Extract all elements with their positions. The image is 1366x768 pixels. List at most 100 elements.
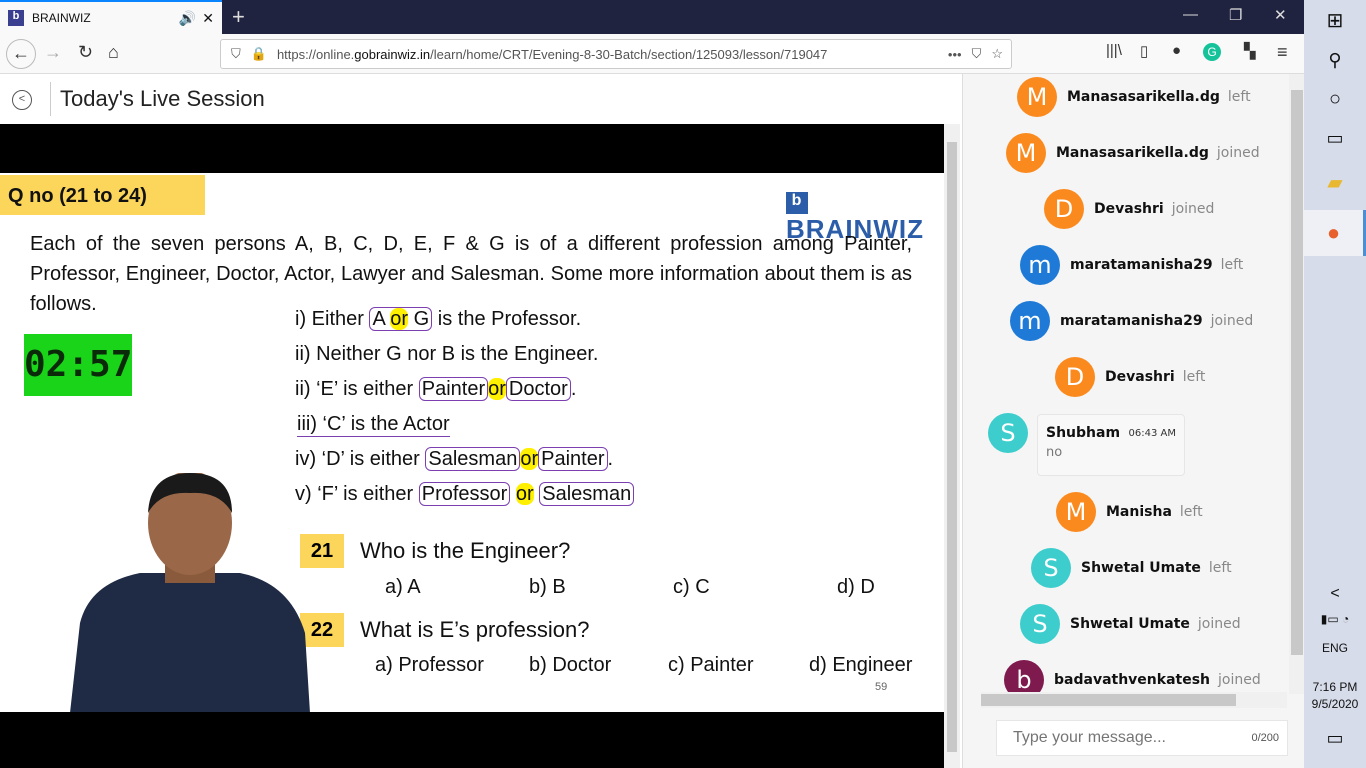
avatar: M <box>1056 492 1096 532</box>
option: b) B <box>529 576 566 598</box>
account-icon[interactable]: ● <box>1172 42 1181 59</box>
chat-event: S Shwetal Umate joined <box>1020 604 1241 644</box>
speaker-icon[interactable]: 🔊 <box>179 10 196 27</box>
notification-icon[interactable]: ▭ <box>1304 728 1366 749</box>
chat-scrollbar[interactable] <box>1289 74 1305 694</box>
file-explorer-icon[interactable]: ▰ <box>1304 170 1366 195</box>
char-counter: 0/200 <box>1251 732 1279 744</box>
reload-button[interactable]: ↻ <box>78 42 93 63</box>
close-window-button[interactable]: ✕ <box>1274 6 1287 24</box>
condition-6: v) ‘F’ is either Professor or Salesman <box>295 482 635 506</box>
option: c) C <box>673 576 710 598</box>
brainwiz-favicon-icon: b <box>8 10 24 26</box>
scrollbar-thumb[interactable] <box>1291 90 1303 655</box>
condition-5: iv) ‘D’ is either Salesman or Painter. <box>295 447 614 471</box>
scrollbar-thumb[interactable] <box>981 694 1236 706</box>
avatar: D <box>1055 357 1095 397</box>
minimize-button[interactable]: — <box>1183 6 1198 23</box>
close-tab-icon[interactable]: ✕ <box>202 10 214 27</box>
question-text: Who is the Engineer? <box>360 538 571 563</box>
url-prefix: https://online. <box>276 46 355 62</box>
bookmark-star-icon[interactable]: ☆ <box>991 46 1003 62</box>
home-button[interactable]: ⌂ <box>108 42 119 63</box>
forward-button[interactable]: → <box>44 42 62 63</box>
page-scrollbar[interactable] <box>944 124 960 768</box>
chat-panel: M Manasasarikella.dg left M Manasasarikella… <box>962 74 1305 768</box>
page-title: Today's Live Session <box>60 86 265 111</box>
search-icon[interactable]: ⚲ <box>1304 50 1366 71</box>
url-domain: gobrainwiz.in <box>354 46 431 62</box>
cortana-icon[interactable]: ○ <box>1304 88 1366 111</box>
back-button[interactable]: ← <box>6 39 36 69</box>
new-tab-button[interactable]: + <box>232 4 245 30</box>
event-status: left <box>1227 89 1251 105</box>
tab-title: BRAINWIZ <box>32 11 91 25</box>
page-actions-icon[interactable]: ••• <box>948 47 962 62</box>
avatar: S <box>1020 604 1060 644</box>
grammarly-icon[interactable]: G <box>1203 43 1221 61</box>
event-status: joined <box>1171 201 1215 217</box>
option: c) Painter <box>668 654 754 676</box>
url-bar[interactable]: ⛉ 🔒 https://online. gobrainwiz.in/learn/h… <box>220 39 1012 69</box>
message-author: Shubham <box>1046 425 1121 441</box>
task-view-icon[interactable]: ▭ <box>1304 128 1366 149</box>
pocket-icon[interactable]: ⛉ <box>972 46 982 62</box>
option: d) D <box>837 576 875 598</box>
clock-date[interactable]: 9/5/2020 <box>1304 697 1366 711</box>
chat-list: M Manasasarikella.dg left M Manasasarikella… <box>963 74 1289 694</box>
logo-mark: b <box>786 192 808 214</box>
clock-time[interactable]: 7:16 PM <box>1304 680 1366 694</box>
user-name: Shwetal Umate <box>1081 560 1201 576</box>
language-indicator[interactable]: ENG <box>1304 641 1366 655</box>
sidebar-icon[interactable]: ▯ <box>1140 42 1148 60</box>
chat-event: D Devashri left <box>1055 357 1205 397</box>
firefox-icon[interactable]: ● <box>1304 210 1366 256</box>
shield-icon: ⛉ <box>231 46 241 61</box>
extensions-icon[interactable]: ▚ <box>1244 42 1256 60</box>
option: a) Professor <box>375 654 484 676</box>
user-name: Manasasarikella.dg <box>1067 89 1220 105</box>
event-status: left <box>1220 257 1244 273</box>
avatar: b <box>1004 660 1044 694</box>
avatar: S <box>1031 548 1071 588</box>
slide: Q no (21 to 24) bBRAINWIZ Each of the se… <box>0 173 944 712</box>
chat-event: D Devashri joined <box>1044 189 1214 229</box>
chat-event: M Manisha left <box>1056 492 1203 532</box>
event-status: left <box>1208 560 1232 576</box>
avatar: M <box>1017 77 1057 117</box>
avatar: D <box>1044 189 1084 229</box>
url-path: /learn/home/CRT/Evening-8-30-Batch/secti… <box>430 46 828 62</box>
chat-event: S Shwetal Umate left <box>1031 548 1232 588</box>
user-name: Manisha <box>1106 504 1172 520</box>
user-name: Shwetal Umate <box>1070 616 1190 632</box>
user-name: badavathvenkatesh <box>1054 672 1211 688</box>
chat-event: M Manasasarikella.dg joined <box>1006 133 1260 173</box>
tab-brainwiz[interactable]: b BRAINWIZ 🔊 ✕ <box>0 0 222 34</box>
presenter-video <box>70 473 310 712</box>
option: a) A <box>385 576 421 598</box>
user-name: Manasasarikella.dg <box>1056 145 1209 161</box>
condition-1: i) Either A or G is the Professor. <box>295 307 582 331</box>
battery-wifi-icon[interactable]: ▮▭ ◔ <box>1304 612 1366 626</box>
menu-icon[interactable]: ≡ <box>1277 42 1288 63</box>
library-icon[interactable]: |||\ <box>1106 42 1122 59</box>
chat-event: b badavathvenkatesh joined <box>1004 660 1261 694</box>
question-text: What is E’s profession? <box>360 617 590 642</box>
page-number: 59 <box>875 681 888 693</box>
show-hidden-icons[interactable]: < <box>1304 585 1366 603</box>
event-status: joined <box>1197 616 1241 632</box>
restore-button[interactable]: ❐ <box>1229 6 1242 24</box>
back-circle-icon[interactable]: < <box>12 90 32 110</box>
message-text: no <box>1046 445 1063 460</box>
message-input[interactable] <box>1013 729 1233 747</box>
windows-start-icon[interactable]: ⊞ <box>1304 8 1366 33</box>
user-name: Devashri <box>1105 369 1175 385</box>
chat-message: Shubham 06:43 AM no <box>1037 414 1185 476</box>
event-status: left <box>1182 369 1206 385</box>
tab-bar: b BRAINWIZ 🔊 ✕ + — ❐ ✕ <box>0 0 1304 34</box>
scrollbar-thumb[interactable] <box>947 142 957 752</box>
countdown-timer: 02:57 <box>24 334 132 396</box>
event-status: joined <box>1210 313 1254 329</box>
chat-horizontal-scrollbar[interactable] <box>981 692 1287 708</box>
chat-input-box[interactable]: 0/200 <box>996 720 1288 756</box>
